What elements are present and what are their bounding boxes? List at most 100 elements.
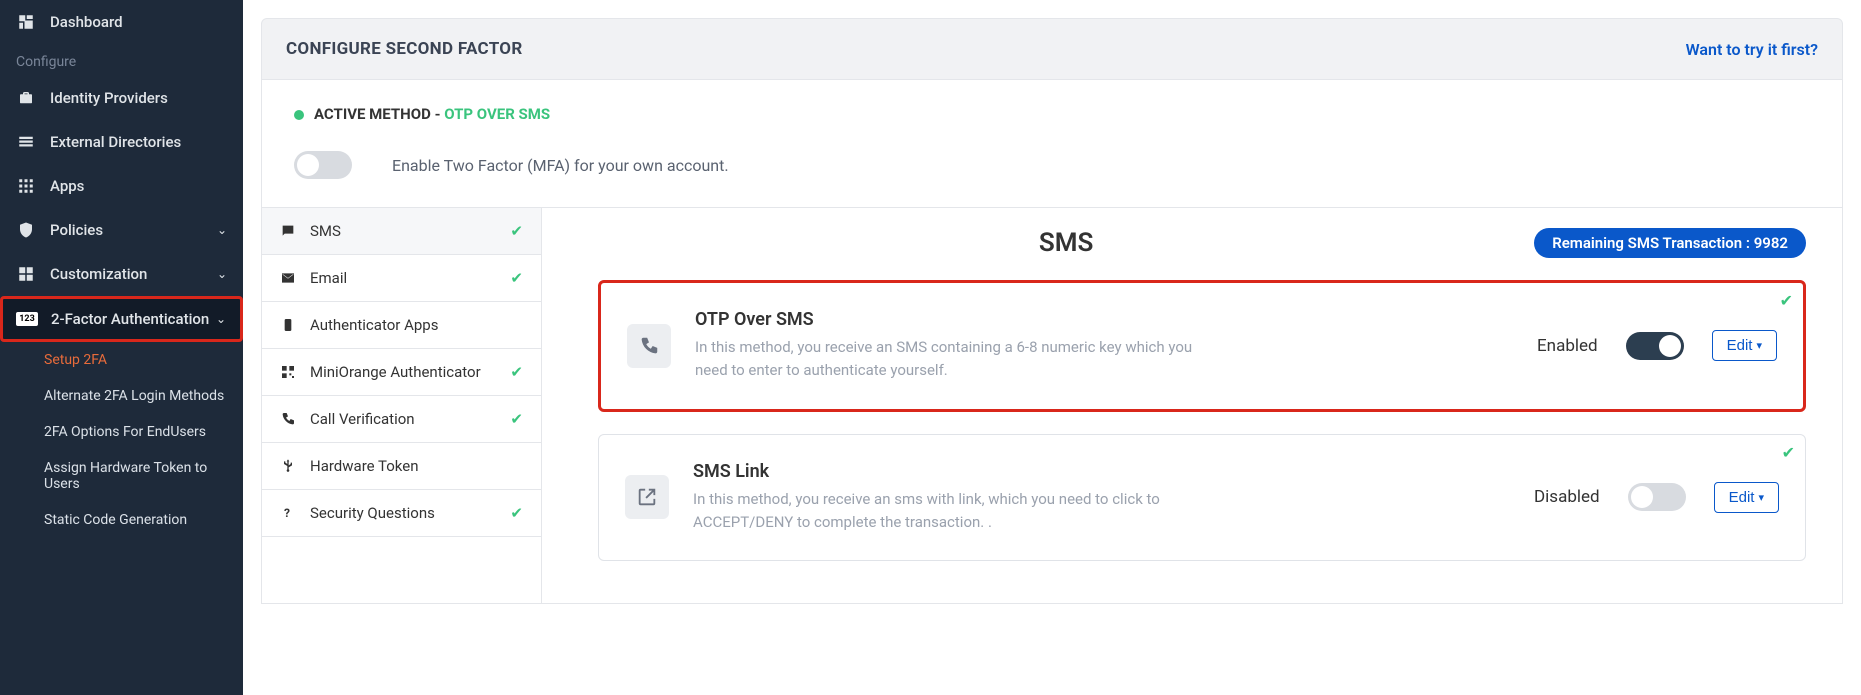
external-link-icon bbox=[625, 475, 669, 519]
status-text: Disabled bbox=[1534, 487, 1600, 507]
usb-icon bbox=[280, 458, 298, 474]
sidebar-item-apps[interactable]: Apps bbox=[0, 164, 243, 208]
enable-row: Enable Two Factor (MFA) for your own acc… bbox=[262, 141, 1842, 208]
card-title: SMS Link bbox=[693, 461, 1514, 482]
tab-security-q[interactable]: ? Security Questions ✔ bbox=[262, 490, 541, 537]
card-desc: In this method, you receive an SMS conta… bbox=[695, 336, 1215, 383]
chevron-down-icon: ⌄ bbox=[217, 223, 227, 237]
sidebar-group-label: Configure bbox=[0, 44, 243, 76]
card-controls: Enabled Edit ▾ bbox=[1537, 330, 1777, 361]
check-icon: ✔ bbox=[510, 222, 523, 240]
panel-head: SMS Remaining SMS Transaction : 9982 bbox=[598, 228, 1806, 258]
status-dot-icon bbox=[294, 110, 304, 120]
enable-toggle[interactable] bbox=[1626, 332, 1684, 360]
chevron-down-icon: ▾ bbox=[1758, 491, 1764, 504]
badge-count: 9982 bbox=[1754, 234, 1788, 252]
chevron-down-icon: ▾ bbox=[1756, 339, 1762, 352]
phone-icon bbox=[280, 317, 298, 333]
card-sms-link: ✔ SMS Link In this method, you receive a… bbox=[598, 434, 1806, 562]
active-method-value: OTP OVER SMS bbox=[444, 105, 550, 123]
tab-miniorange[interactable]: MiniOrange Authenticator ✔ bbox=[262, 349, 541, 396]
tab-label: Call Verification bbox=[310, 410, 415, 428]
sidebar-sub-static-code[interactable]: Static Code Generation bbox=[0, 502, 243, 538]
panel: SMS Remaining SMS Transaction : 9982 ✔ O… bbox=[542, 208, 1842, 603]
check-icon: ✔ bbox=[1782, 443, 1795, 462]
sidebar-item-customization[interactable]: Customization ⌄ bbox=[0, 252, 243, 296]
chevron-down-icon: ⌄ bbox=[216, 312, 226, 326]
tab-label: Security Questions bbox=[310, 504, 435, 522]
card-desc: In this method, you receive an sms with … bbox=[693, 488, 1213, 535]
sidebar-item-label: External Directories bbox=[50, 133, 181, 151]
tab-label: MiniOrange Authenticator bbox=[310, 363, 481, 381]
check-icon: ✔ bbox=[1780, 291, 1793, 310]
sidebar-sub-alt-methods[interactable]: Alternate 2FA Login Methods bbox=[0, 378, 243, 414]
briefcase-icon bbox=[16, 88, 36, 108]
phone-call-icon bbox=[280, 411, 298, 427]
tab-email[interactable]: Email ✔ bbox=[262, 255, 541, 302]
card-body: SMS Link In this method, you receive an … bbox=[693, 461, 1514, 535]
check-icon: ✔ bbox=[510, 504, 523, 522]
question-icon: ? bbox=[280, 505, 298, 521]
svg-text:?: ? bbox=[284, 506, 290, 520]
check-icon: ✔ bbox=[510, 363, 523, 381]
card-otp-over-sms: ✔ OTP Over SMS In this method, you recei… bbox=[598, 280, 1806, 412]
tab-sms[interactable]: SMS ✔ bbox=[262, 208, 541, 255]
dashboard-icon bbox=[16, 12, 36, 32]
tab-label: Authenticator Apps bbox=[310, 316, 438, 334]
check-icon: ✔ bbox=[510, 269, 523, 287]
card-body: OTP Over SMS In this method, you receive… bbox=[695, 309, 1517, 383]
chat-icon bbox=[280, 223, 298, 239]
header-bar: CONFIGURE SECOND FACTOR Want to try it f… bbox=[261, 18, 1843, 80]
check-icon: ✔ bbox=[510, 410, 523, 428]
sidebar-item-label: Dashboard bbox=[50, 13, 123, 31]
content-body: ACTIVE METHOD - OTP OVER SMS Enable Two … bbox=[261, 80, 1843, 604]
sidebar-item-label: Identity Providers bbox=[50, 89, 168, 107]
tab-label: Email bbox=[310, 269, 347, 287]
main: CONFIGURE SECOND FACTOR Want to try it f… bbox=[243, 0, 1861, 695]
tabs-col: SMS ✔ Email ✔ Authenticator Apps bbox=[262, 208, 542, 603]
card-controls: Disabled Edit ▾ bbox=[1534, 482, 1779, 513]
envelope-icon bbox=[280, 270, 298, 286]
enable-toggle[interactable] bbox=[1628, 483, 1686, 511]
sidebar-item-ext-dir[interactable]: External Directories bbox=[0, 120, 243, 164]
sidebar-sub-setup-2fa[interactable]: Setup 2FA bbox=[0, 342, 243, 378]
phone-receiver-icon bbox=[627, 324, 671, 368]
sidebar-item-idp[interactable]: Identity Providers bbox=[0, 76, 243, 120]
two-col: SMS ✔ Email ✔ Authenticator Apps bbox=[262, 208, 1842, 603]
grid-icon bbox=[16, 176, 36, 196]
sidebar-item-label: Apps bbox=[50, 177, 84, 195]
try-it-link[interactable]: Want to try it first? bbox=[1686, 40, 1818, 59]
tab-label: Hardware Token bbox=[310, 457, 419, 475]
page-title: CONFIGURE SECOND FACTOR bbox=[286, 39, 523, 59]
list-icon bbox=[16, 132, 36, 152]
edit-label: Edit bbox=[1727, 337, 1753, 354]
remaining-sms-badge: Remaining SMS Transaction : 9982 bbox=[1534, 228, 1806, 258]
sidebar-sub-endusers[interactable]: 2FA Options For EndUsers bbox=[0, 414, 243, 450]
sidebar-item-label: Policies bbox=[50, 221, 103, 239]
tab-label: SMS bbox=[310, 222, 341, 240]
sidebar-sub-assign-token[interactable]: Assign Hardware Token to Users bbox=[0, 450, 243, 502]
tab-auth-apps[interactable]: Authenticator Apps bbox=[262, 302, 541, 349]
tab-hardware[interactable]: Hardware Token bbox=[262, 443, 541, 490]
sidebar-item-label: 2-Factor Authentication bbox=[51, 310, 209, 328]
sidebar: Dashboard Configure Identity Providers E… bbox=[0, 0, 243, 695]
active-method-label: ACTIVE METHOD - bbox=[314, 105, 444, 123]
card-title: OTP Over SMS bbox=[695, 309, 1517, 330]
shield-icon bbox=[16, 220, 36, 240]
edit-button[interactable]: Edit ▾ bbox=[1712, 330, 1777, 361]
sidebar-item-2fa[interactable]: 123 2-Factor Authentication ⌄ bbox=[0, 296, 243, 342]
chevron-down-icon: ⌄ bbox=[217, 267, 227, 281]
enable-mfa-toggle[interactable] bbox=[294, 151, 352, 179]
sidebar-item-dashboard[interactable]: Dashboard bbox=[0, 0, 243, 44]
dashboard-icon bbox=[16, 264, 36, 284]
qr-icon bbox=[280, 364, 298, 380]
badge-123-icon: 123 bbox=[17, 309, 37, 329]
active-method-row: ACTIVE METHOD - OTP OVER SMS bbox=[262, 80, 1842, 141]
edit-button[interactable]: Edit ▾ bbox=[1714, 482, 1779, 513]
tab-call[interactable]: Call Verification ✔ bbox=[262, 396, 541, 443]
status-text: Enabled bbox=[1537, 336, 1598, 356]
sidebar-item-label: Customization bbox=[50, 265, 147, 283]
panel-title: SMS bbox=[1039, 228, 1094, 258]
enable-mfa-text: Enable Two Factor (MFA) for your own acc… bbox=[392, 156, 729, 175]
sidebar-item-policies[interactable]: Policies ⌄ bbox=[0, 208, 243, 252]
